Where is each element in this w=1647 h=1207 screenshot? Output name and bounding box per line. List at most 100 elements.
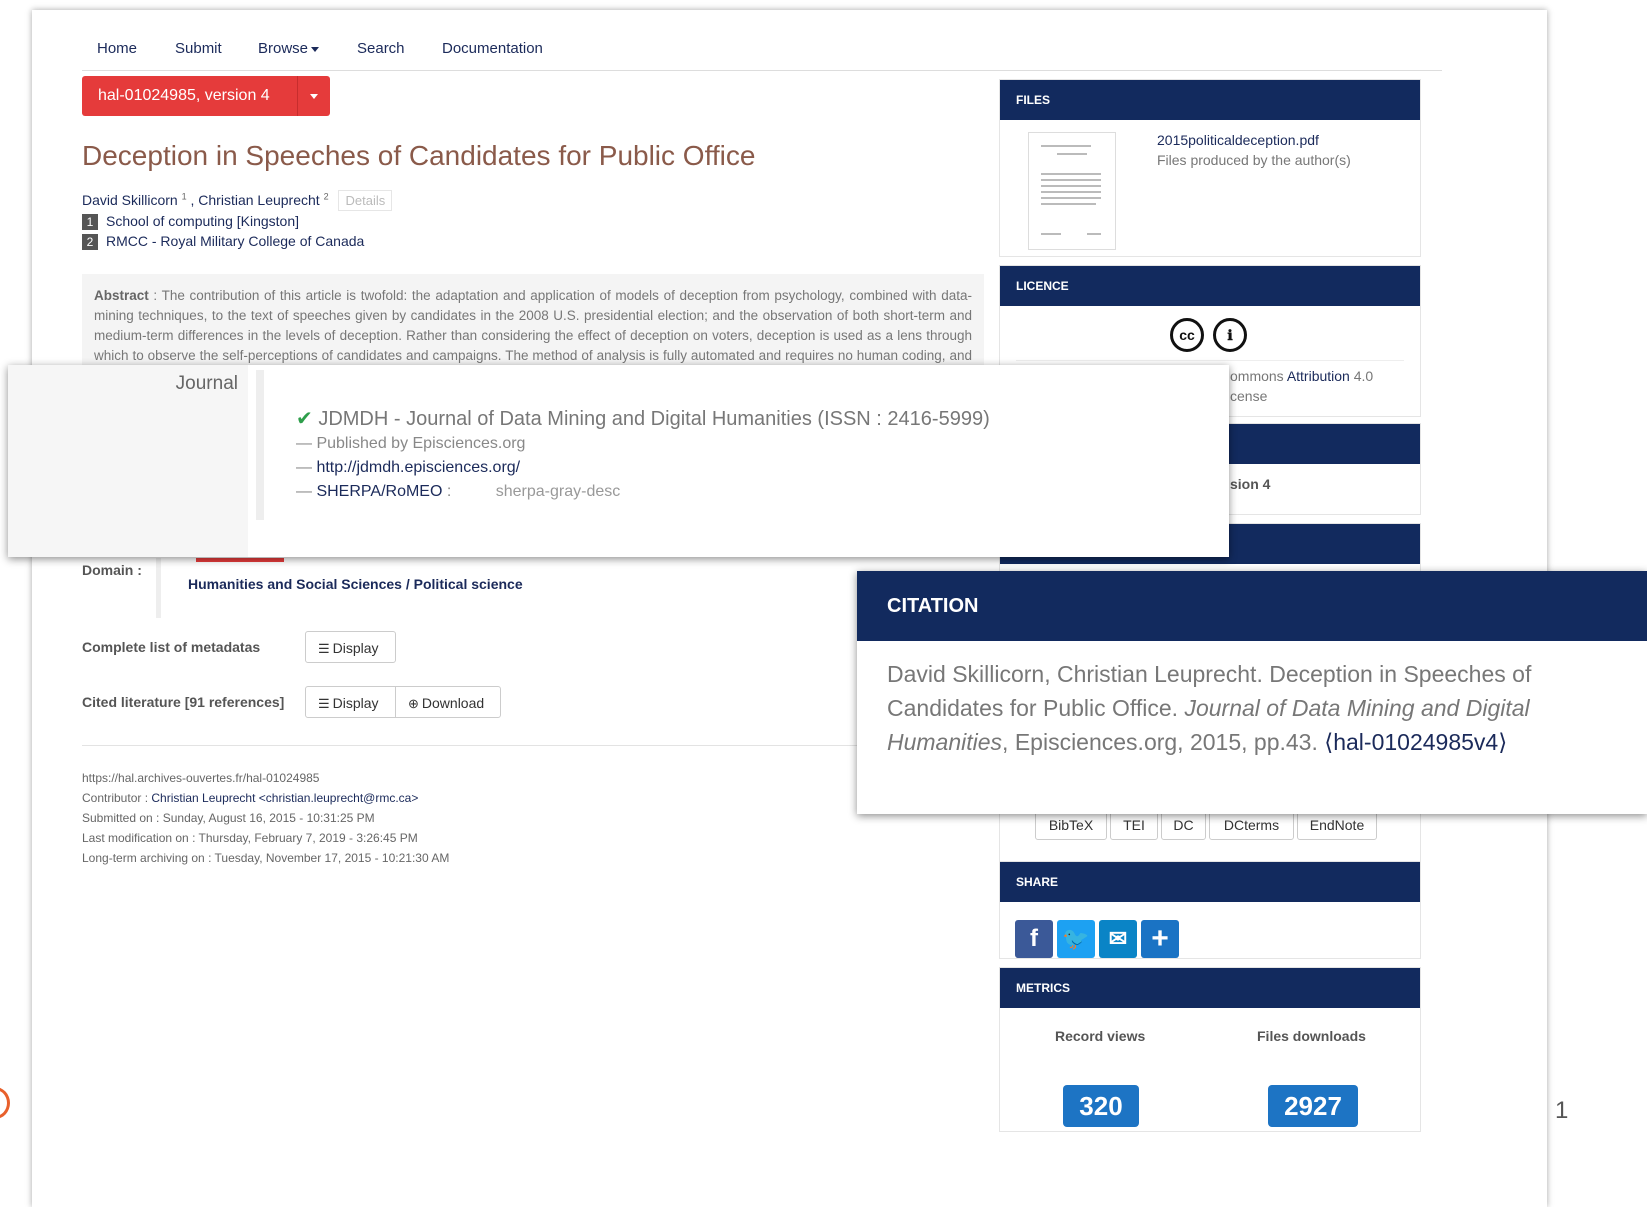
- metadata-label: Complete list of metadatas: [82, 639, 261, 655]
- metrics-header: METRICS: [1000, 968, 1420, 1008]
- affiliation-item: 2 RMCC - Royal Military College of Canada: [82, 233, 364, 250]
- domain-link[interactable]: Humanities and Social Sciences: [188, 576, 402, 592]
- licence-text-line2: cense: [1230, 388, 1268, 404]
- metadata-display-label: Display: [332, 640, 379, 656]
- check-circle-icon: ✔: [296, 408, 313, 430]
- affiliation-link[interactable]: School of computing [Kingston]: [106, 213, 299, 229]
- files-downloads-count: 2927: [1268, 1085, 1358, 1127]
- affiliation-item: 1 School of computing [Kingston]: [82, 213, 299, 230]
- nav-documentation[interactable]: Documentation: [442, 40, 543, 57]
- attribution-icon: ℹ: [1213, 318, 1247, 352]
- citation-hal-link[interactable]: ⟨hal-01024985v4⟩: [1324, 729, 1507, 755]
- domain-label: Domain :: [82, 562, 142, 578]
- journal-label-cell: Journal: [8, 365, 248, 557]
- licence-link[interactable]: Attribution: [1287, 368, 1350, 384]
- journal-sherpa-line: — SHERPA/RoMEO : sherpa-gray-desc: [296, 483, 620, 501]
- export-dcterms-button[interactable]: DCterms: [1209, 810, 1294, 840]
- domain-divider: [156, 558, 161, 618]
- author-separator: ,: [186, 192, 199, 208]
- share-header: SHARE: [1000, 862, 1420, 902]
- sherpa-link[interactable]: SHERPA/RoMEO: [316, 483, 442, 500]
- cited-download-button[interactable]: ⊕ Download: [395, 686, 501, 718]
- citation-text: David Skillicorn, Christian Leuprecht. D…: [887, 657, 1547, 759]
- subdomain-link[interactable]: Political science: [414, 576, 523, 592]
- twitter-icon[interactable]: 🐦: [1057, 920, 1095, 958]
- affiliation-number: 2: [82, 234, 98, 250]
- journal-label: Journal: [175, 373, 238, 394]
- cited-display-button[interactable]: ☰ Display: [305, 686, 396, 718]
- contributor-line: Contributor : Christian Leuprecht <chris…: [82, 791, 418, 805]
- journal-url-prefix: —: [296, 459, 317, 476]
- page-number: 1: [1555, 1097, 1569, 1124]
- file-description: Files produced by the author(s): [1157, 152, 1351, 168]
- licence-text-part: ommons: [1230, 368, 1287, 384]
- download-icon: ⊕: [408, 696, 419, 711]
- author-link[interactable]: Christian Leuprecht: [198, 192, 319, 208]
- journal-name: JDMDH - Journal of Data Mining and Digit…: [318, 408, 990, 430]
- cited-display-label: Display: [332, 695, 379, 711]
- keyword-badge-edge: [196, 558, 284, 562]
- facebook-icon[interactable]: f: [1015, 920, 1053, 958]
- export-dc-button[interactable]: DC: [1161, 810, 1206, 840]
- top-nav: Home Submit Browse Search Documentation: [82, 24, 1442, 71]
- licence-text: ommons Attribution 4.0: [1230, 368, 1373, 384]
- sherpa-separator: :: [442, 483, 452, 500]
- chevron-down-icon: [310, 94, 318, 99]
- submitted-date: Submitted on : Sunday, August 16, 2015 -…: [82, 811, 375, 825]
- contributor-label: Contributor :: [82, 791, 152, 805]
- domain-value: Humanities and Social Sciences / Politic…: [188, 576, 523, 592]
- nav-browse[interactable]: Browse: [258, 40, 320, 57]
- abstract-label: Abstract: [94, 288, 149, 303]
- licence-text-part: 4.0: [1349, 368, 1374, 384]
- author-list: David Skillicorn 1 , Christian Leuprecht…: [82, 190, 393, 211]
- chevron-down-icon: [311, 46, 320, 52]
- files-header: FILES: [1000, 80, 1420, 120]
- side-logo-arc: [0, 1087, 10, 1119]
- file-link[interactable]: 2015politicaldeception.pdf: [1157, 132, 1319, 148]
- journal-url-link[interactable]: http://jdmdh.episciences.org/: [316, 459, 520, 476]
- record-url: https://hal.archives-ouvertes.fr/hal-010…: [82, 771, 320, 785]
- licence-divider: [1016, 360, 1404, 361]
- journal-publisher: — Published by Episciences.org: [296, 435, 526, 452]
- files-panel: FILES 2015politicaldeception.pdf Files p…: [999, 79, 1421, 257]
- record-views-label: Record views: [1055, 1028, 1146, 1044]
- author-affiliation-number: 2: [323, 191, 329, 202]
- modified-date: Last modification on : Thursday, Februar…: [82, 831, 418, 845]
- affiliation-link[interactable]: RMCC - Royal Military College of Canada: [106, 233, 364, 249]
- email-icon[interactable]: ✉: [1099, 920, 1137, 958]
- identifiers-version: sion 4: [1230, 476, 1271, 492]
- nav-browse-label: Browse: [258, 40, 309, 57]
- contributor-link[interactable]: Christian Leuprecht <christian.leuprecht…: [151, 791, 418, 805]
- export-endnote-button[interactable]: EndNote: [1297, 810, 1377, 840]
- citation-details: , Episciences.org, 2015, pp.43.: [1002, 729, 1325, 755]
- details-button[interactable]: Details: [338, 190, 393, 211]
- section-divider: [82, 745, 862, 746]
- licence-header: LICENCE: [1000, 266, 1420, 306]
- archived-date: Long-term archiving on : Tuesday, Novemb…: [82, 851, 450, 865]
- export-tei-button[interactable]: TEI: [1110, 810, 1158, 840]
- plus-icon[interactable]: +: [1141, 920, 1179, 958]
- cited-literature-label: Cited literature [91 references]: [82, 694, 285, 710]
- sherpa-prefix: —: [296, 483, 317, 500]
- metadata-display-button[interactable]: ☰ Display: [305, 631, 396, 663]
- journal-url-line: — http://jdmdh.episciences.org/: [296, 459, 520, 477]
- nav-search[interactable]: Search: [357, 40, 405, 57]
- sherpa-value: sherpa-gray-desc: [495, 483, 621, 500]
- nav-home[interactable]: Home: [97, 40, 137, 57]
- citation-header: CITATION: [857, 571, 1647, 641]
- version-dropdown-toggle[interactable]: [297, 76, 330, 116]
- version-dropdown-button[interactable]: hal-01024985, version 4: [82, 76, 330, 116]
- creative-commons-icon: cc: [1170, 318, 1204, 352]
- files-downloads-label: Files downloads: [1257, 1028, 1366, 1044]
- nav-submit[interactable]: Submit: [175, 40, 222, 57]
- affiliation-number: 1: [82, 214, 98, 230]
- record-views-count: 320: [1063, 1085, 1139, 1127]
- domain-separator: /: [401, 576, 414, 592]
- export-bibtex-button[interactable]: BibTeX: [1035, 810, 1107, 840]
- pdf-thumbnail[interactable]: [1028, 132, 1116, 250]
- journal-divider: [256, 370, 264, 520]
- list-icon: ☰: [318, 641, 330, 656]
- author-link[interactable]: David Skillicorn: [82, 192, 178, 208]
- journal-name-line: ✔ JDMDH - Journal of Data Mining and Dig…: [296, 406, 990, 431]
- version-label: hal-01024985, version 4: [98, 87, 270, 104]
